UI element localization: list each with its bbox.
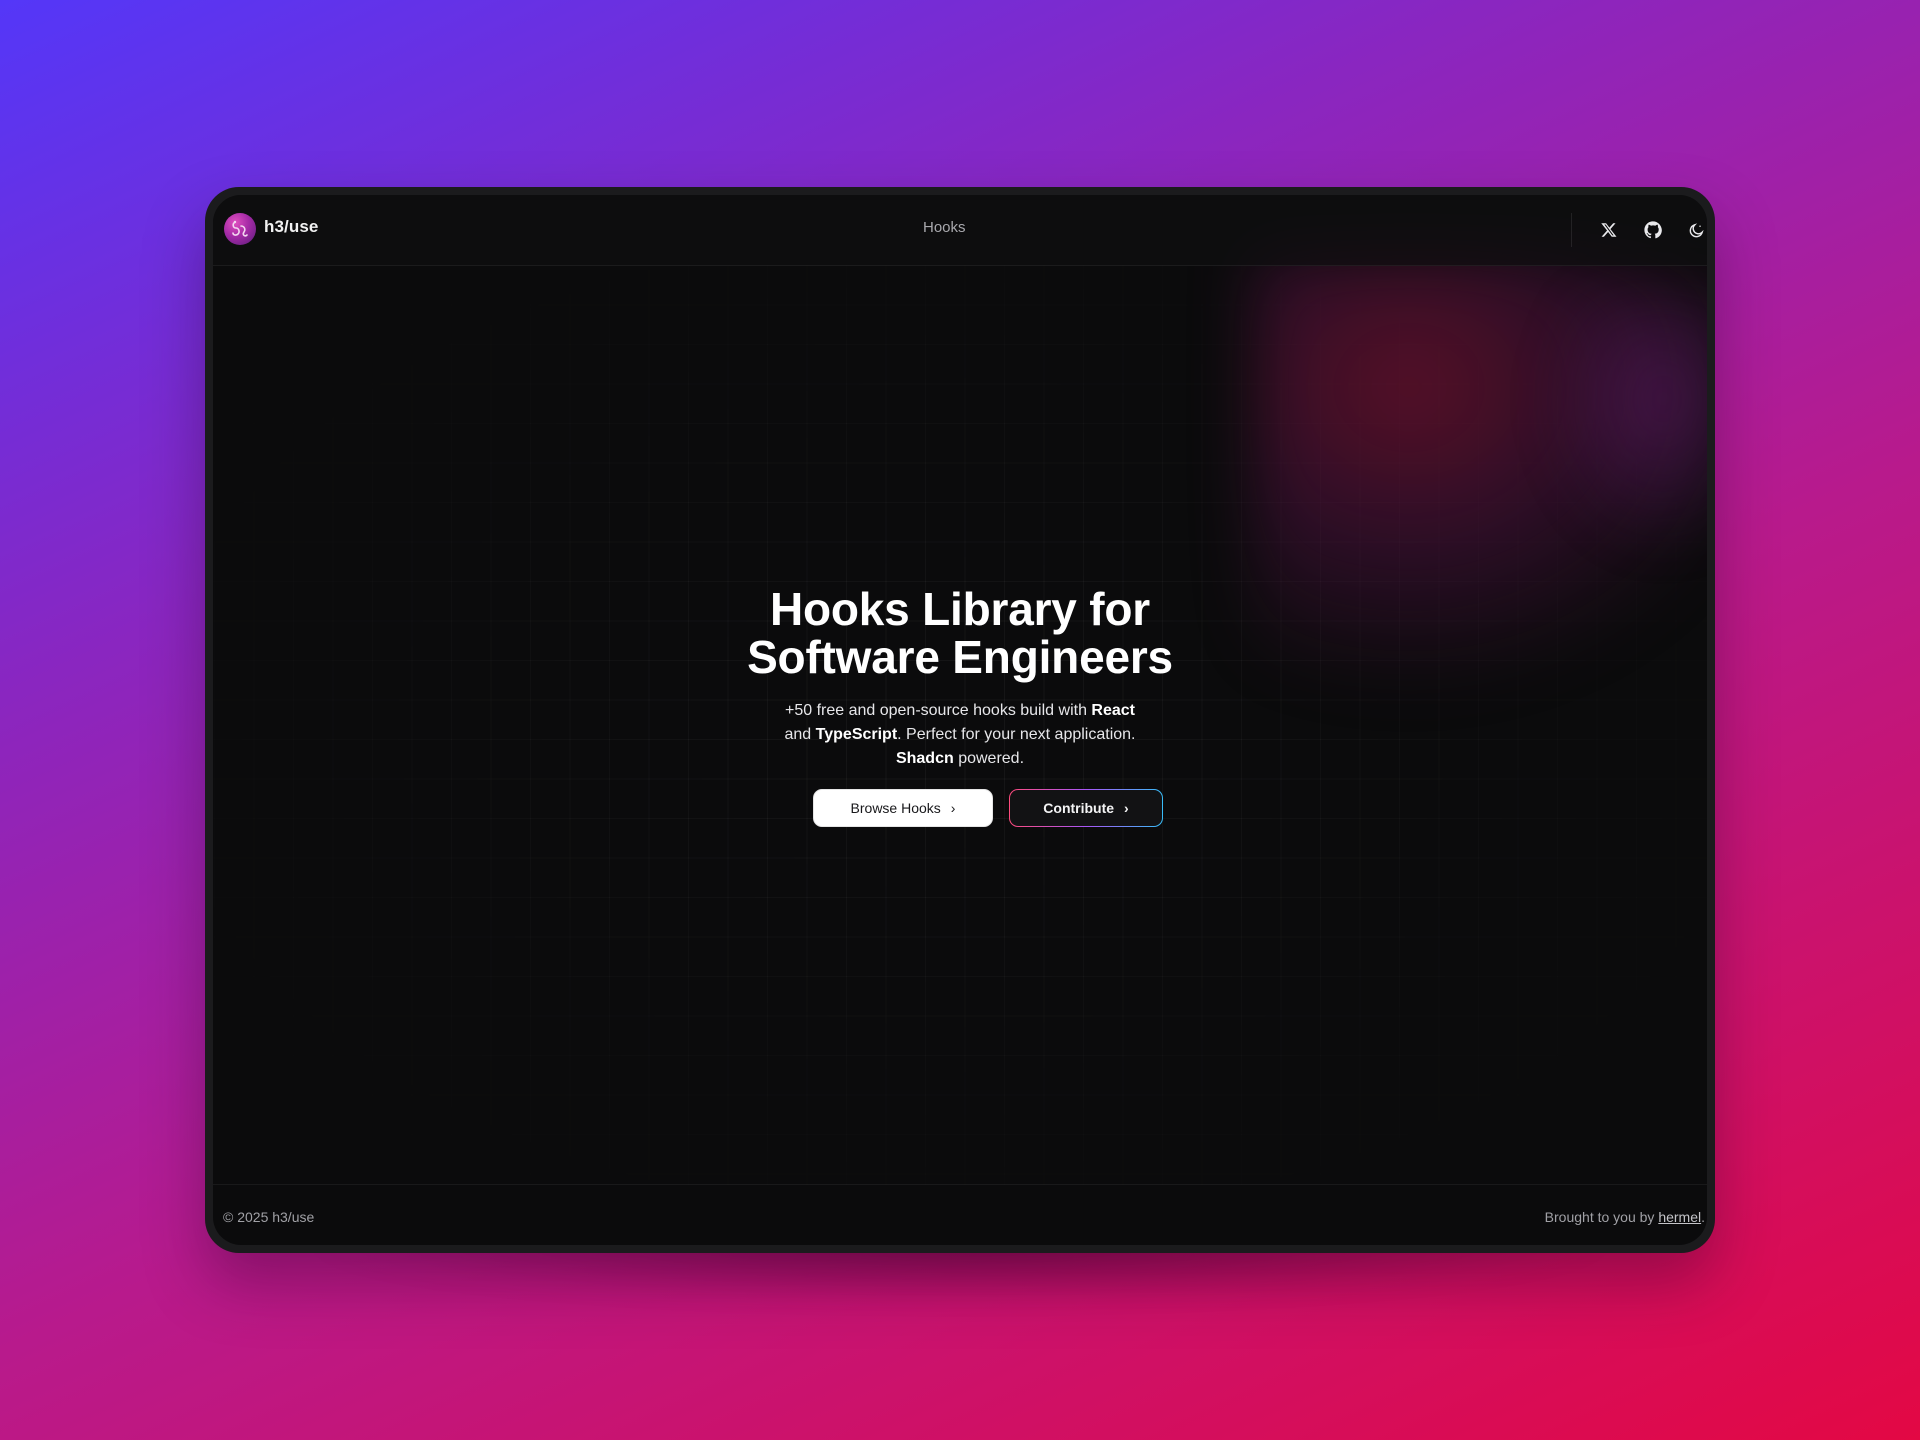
theme-toggle-icon[interactable] [1680,214,1707,246]
credit-prefix: Brought to you by [1544,1209,1655,1225]
hero-title-line-2: Software Engineers [747,631,1173,683]
github-icon[interactable] [1637,214,1669,246]
credit-suffix: . [1701,1209,1705,1225]
hero-description: +50 free and open-source hooks build wit… [780,699,1140,771]
brand-name[interactable]: h3/use [264,217,318,237]
contribute-button[interactable]: Contribute › [1009,789,1163,846]
page-viewport: h3/use Hooks Hooks Library for Software … [213,195,1707,1245]
credit-link-hermel[interactable]: hermel [1658,1209,1701,1225]
hook-logo-icon[interactable] [224,213,256,245]
credit-text: Brought to you by hermel. [1545,1209,1705,1225]
hero-actions: Browse Hooks › Contribute › [213,789,1707,846]
x-icon[interactable] [1593,214,1625,246]
hero-title: Hooks Library for Software Engineers [660,585,1260,681]
hero-section: Hooks Library for Software Engineers +50… [213,585,1707,771]
nav-link-hooks[interactable]: Hooks [923,219,966,236]
hero-desc-shadcn: Shadcn [895,750,954,767]
browse-hooks-label: Browse Hooks [850,800,941,816]
hero-desc-react: React [1091,702,1135,719]
chevron-right-icon: › [1124,800,1129,816]
hero-desc-and: and [784,726,812,743]
top-navbar: h3/use Hooks [213,195,1707,266]
header-divider [1571,213,1572,247]
browse-hooks-button[interactable]: Browse Hooks › [813,789,993,846]
browser-window: h3/use Hooks Hooks Library for Software … [205,187,1715,1253]
hero-title-line-1: Hooks Library for [769,583,1150,635]
chevron-right-icon: › [950,800,956,816]
hero-desc-intro: +50 free and open-source hooks build wit… [784,702,1087,719]
copyright-text: © 2025 h3/use [223,1209,315,1225]
hero-desc-powered: powered. [958,750,1025,767]
accent-glow-secondary [1543,295,1707,555]
hero-desc-perfect: . Perfect for your next application. [897,726,1136,743]
contribute-label: Contribute [1043,800,1115,816]
hero-desc-typescript: TypeScript [815,726,898,743]
footer: © 2025 h3/use Brought to you by hermel. [213,1184,1707,1245]
